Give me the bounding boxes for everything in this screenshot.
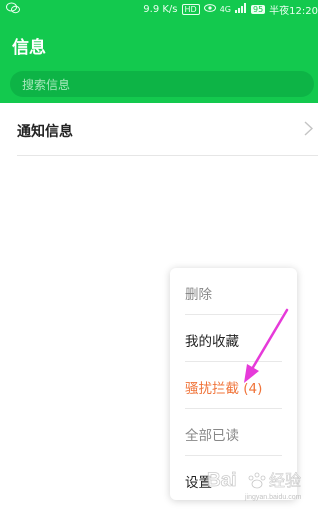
menu-item-delete[interactable]: 删除	[170, 268, 297, 314]
search-input[interactable]: 搜索信息	[10, 71, 314, 97]
network-speed: 9.9 K/s	[143, 3, 178, 15]
network-type: 4G	[219, 4, 231, 14]
list-item-notification[interactable]: 通知信息	[0, 103, 318, 155]
divider	[17, 155, 318, 156]
menu-item-label: 设置	[185, 475, 212, 491]
menu-item-label: 我的收藏	[185, 334, 239, 350]
battery-icon: 95	[250, 4, 266, 14]
status-time: 半夜12:20	[269, 5, 318, 17]
signal-icon	[234, 2, 247, 16]
menu-item-label: 全部已读	[185, 428, 239, 444]
wechat-icon	[6, 2, 20, 17]
eye-icon	[203, 3, 216, 15]
menu-item-label: 删除	[185, 287, 212, 303]
header: 9.9 K/s HD 4G 95 半夜12:20 信息 搜索信息	[0, 0, 318, 103]
popup-menu: 删除 我的收藏 骚扰拦截 (4) 全部已读 设置	[170, 268, 297, 500]
menu-item-label: 骚扰拦截 (4)	[185, 381, 263, 397]
chevron-right-icon	[304, 121, 313, 136]
search-placeholder: 搜索信息	[22, 78, 71, 92]
page-title: 信息	[12, 38, 46, 58]
status-bar: 9.9 K/s HD 4G 95 半夜12:20	[0, 0, 318, 18]
menu-item-favorites[interactable]: 我的收藏	[170, 315, 297, 361]
menu-item-settings[interactable]: 设置	[170, 456, 297, 502]
menu-item-mark-all-read[interactable]: 全部已读	[170, 409, 297, 455]
list-item-label: 通知信息	[17, 124, 73, 140]
menu-item-spam-block[interactable]: 骚扰拦截 (4)	[170, 362, 297, 408]
hd-badge: HD	[181, 3, 200, 15]
status-icons: 9.9 K/s HD 4G 95 半夜12:20	[143, 2, 318, 17]
